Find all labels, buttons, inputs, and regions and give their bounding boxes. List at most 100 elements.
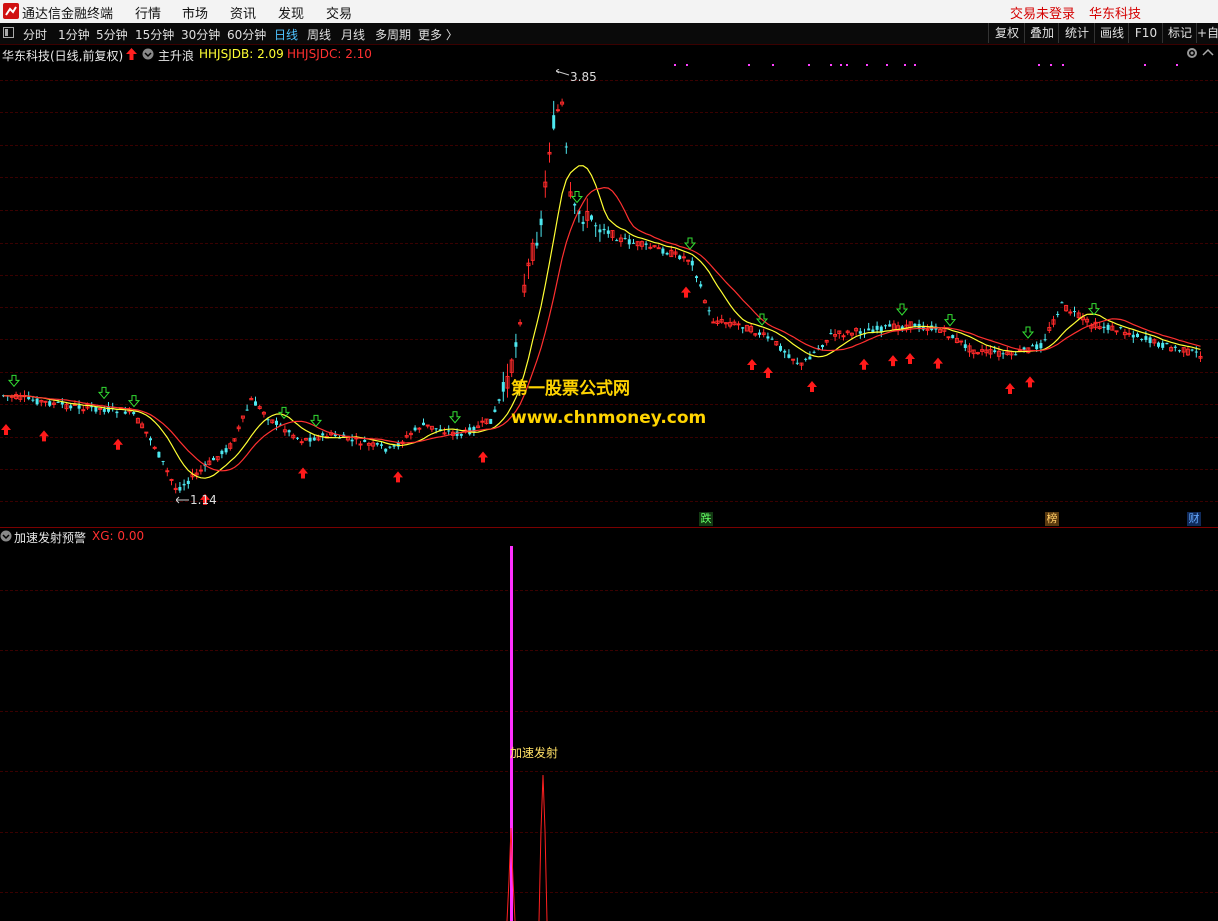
candle [946, 336, 951, 341]
candle [728, 317, 733, 329]
menu-zixun[interactable]: 资讯 [230, 3, 256, 22]
hhjsjdc-value: HHJSJDC: 2.10 [287, 47, 372, 61]
candle [837, 330, 842, 339]
buy-arrow-icon [478, 451, 488, 463]
stats-button[interactable]: 统计 [1058, 23, 1095, 43]
period-30min[interactable]: 30分钟 [181, 26, 220, 43]
candle [224, 444, 228, 455]
candle [358, 440, 363, 450]
event-marker-finance[interactable]: 财 [1187, 512, 1201, 526]
candle [648, 243, 653, 250]
custom-button[interactable]: +自 [1196, 23, 1218, 43]
period-15min[interactable]: 15分钟 [135, 26, 174, 43]
candle [476, 421, 481, 429]
candlestick-chart[interactable] [0, 60, 1218, 526]
period-5min[interactable]: 5分钟 [96, 26, 128, 43]
candle [723, 322, 728, 329]
event-marker-drop[interactable]: 跌 [699, 512, 713, 526]
candle [766, 332, 770, 342]
candle [1085, 316, 1090, 327]
candle [975, 351, 980, 356]
candle [144, 431, 149, 437]
candle [1148, 335, 1152, 348]
login-status-link[interactable]: 交易未登录 [1010, 3, 1075, 22]
candle [1106, 322, 1110, 334]
candle [555, 104, 560, 113]
candle [1047, 321, 1052, 334]
candle [1131, 330, 1135, 343]
period-1min[interactable]: 1分钟 [58, 26, 90, 43]
candle [522, 273, 527, 297]
period-weekly[interactable]: 周线 [307, 26, 331, 43]
candle [917, 319, 921, 333]
period-monthly[interactable]: 月线 [341, 26, 365, 43]
candle [699, 281, 703, 289]
mark-button[interactable]: 标记 [1162, 23, 1197, 43]
candle [1119, 326, 1123, 330]
candle [375, 442, 379, 447]
candle [736, 321, 741, 330]
candle [1157, 341, 1160, 349]
collapse-chevron-icon[interactable] [1201, 48, 1215, 58]
menu-hangqing[interactable]: 行情 [135, 3, 161, 22]
candle [854, 327, 859, 336]
buy-arrow-icon [1025, 376, 1035, 388]
candle [501, 371, 505, 402]
panel-toggle-icon[interactable] [3, 27, 14, 38]
account-name[interactable]: 华东科技 [1089, 3, 1141, 22]
signal-label: 加速发射 [510, 746, 559, 760]
candle [715, 316, 720, 326]
candle [804, 357, 808, 362]
candle [161, 460, 165, 466]
candle [1110, 322, 1115, 331]
candle [518, 319, 523, 327]
menu-faxian[interactable]: 发现 [278, 3, 304, 22]
candle [363, 436, 367, 443]
candle [711, 318, 716, 324]
candle [1181, 347, 1186, 357]
draw-line-button[interactable]: 画线 [1094, 23, 1129, 43]
period-fenshi[interactable]: 分时 [23, 26, 47, 43]
f10-button[interactable]: F10 [1128, 23, 1163, 43]
candle [1102, 322, 1106, 334]
signal-dot [866, 64, 868, 66]
event-marker-rank[interactable]: 榜 [1045, 512, 1059, 526]
candle [942, 325, 947, 336]
period-daily[interactable]: 日线 [274, 26, 298, 43]
gear-icon[interactable] [1186, 47, 1198, 59]
overlay-button[interactable]: 叠加 [1024, 23, 1059, 43]
candle [530, 238, 535, 265]
candle [169, 478, 174, 486]
period-60min[interactable]: 60分钟 [227, 26, 266, 43]
panel-separator[interactable] [0, 527, 1218, 528]
candle [1114, 330, 1119, 335]
signal-chart [506, 546, 548, 921]
menu-jiaoyi[interactable]: 交易 [326, 3, 352, 22]
candle [1056, 311, 1060, 318]
candle [350, 434, 354, 447]
candle [220, 449, 224, 459]
period-multi[interactable]: 多周期 [375, 26, 411, 43]
indicator-menu-icon[interactable] [142, 48, 154, 60]
menu-shichang[interactable]: 市场 [182, 3, 208, 22]
candle [308, 433, 312, 447]
candle [380, 441, 383, 449]
high-pointer-icon [556, 69, 570, 76]
candle [94, 406, 98, 414]
buy-arrow-icon [393, 471, 403, 483]
candle [585, 198, 590, 228]
period-more[interactable]: 更多 〉 [418, 26, 458, 43]
candle [652, 244, 657, 248]
candle [707, 306, 711, 316]
candle [450, 430, 455, 440]
candle [959, 340, 964, 346]
candle [829, 329, 833, 335]
candle [573, 202, 577, 214]
candle [841, 333, 846, 341]
signal-dot [914, 64, 916, 66]
buy-arrow-icon [763, 367, 773, 378]
candle [812, 350, 816, 354]
fuquan-button[interactable]: 复权 [988, 23, 1025, 43]
candle [207, 457, 212, 466]
candle [287, 429, 291, 437]
